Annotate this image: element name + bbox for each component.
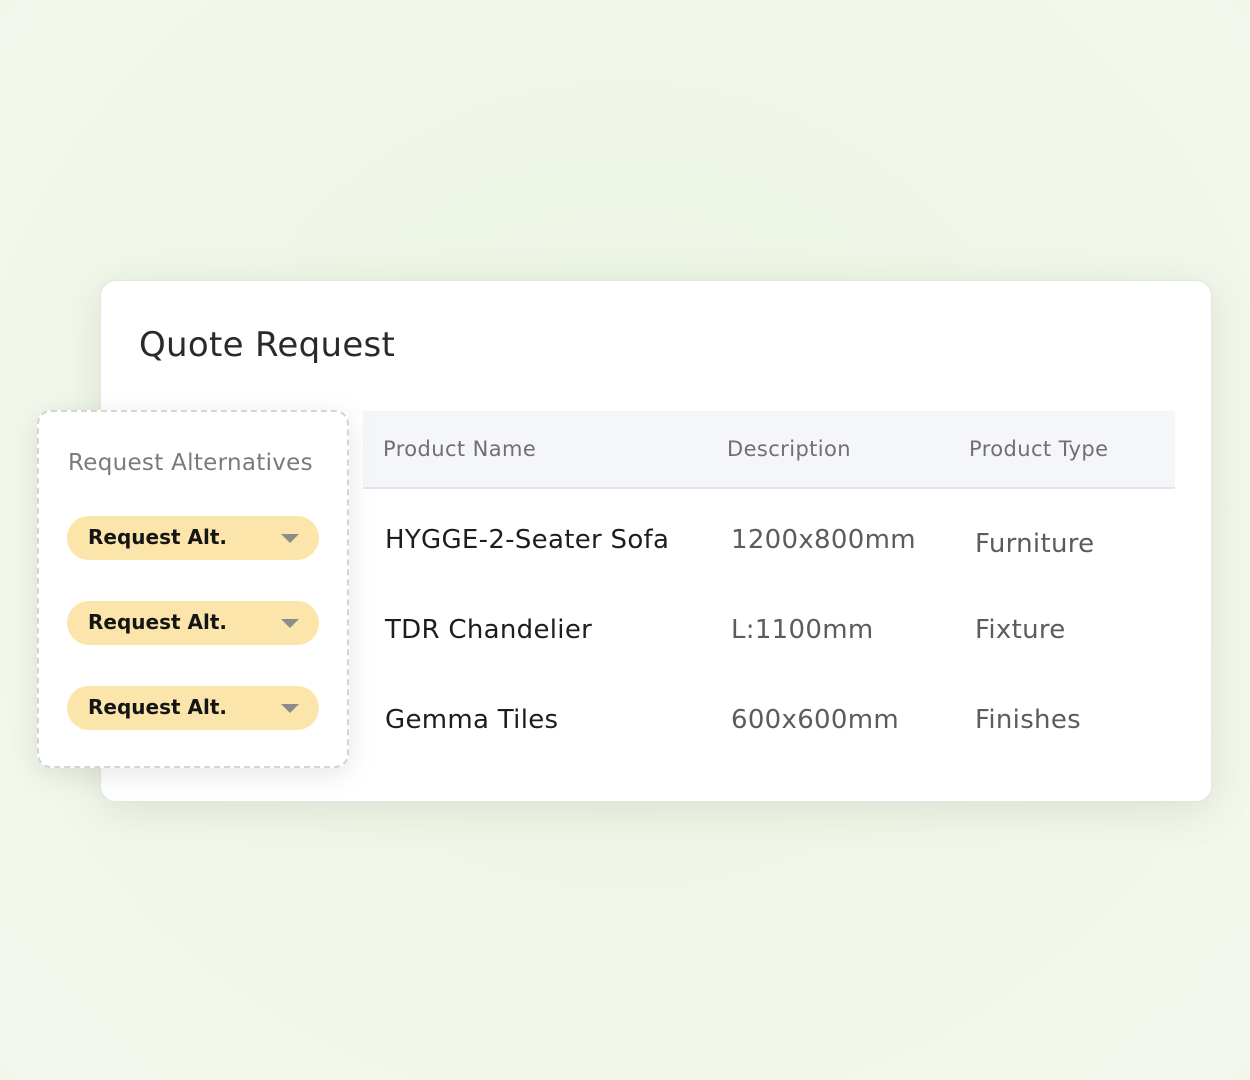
product-name-cell: HYGGE-2-Seater Sofa (385, 525, 670, 555)
product-type-cell: Finishes (975, 705, 1081, 735)
table-row: HYGGE-2-Seater Sofa 1200x800mm Furniture (363, 513, 1175, 573)
description-cell: L:1100mm (731, 615, 874, 645)
chevron-down-icon (281, 704, 299, 713)
product-type-cell: Furniture (975, 529, 1095, 559)
request-alternatives-title: Request Alternatives (68, 450, 313, 476)
request-alt-label: Request Alt. (88, 695, 228, 719)
chevron-down-icon (281, 619, 299, 628)
description-cell: 1200x800mm (731, 525, 916, 555)
column-header-description: Description (727, 437, 852, 461)
request-alt-dropdown[interactable]: Request Alt. (67, 516, 319, 560)
product-name-cell: TDR Chandelier (385, 615, 593, 645)
table-row: TDR Chandelier L:1100mm Fixture (363, 603, 1175, 663)
request-alternatives-panel: Request Alternatives Request Alt. Reques… (37, 410, 349, 768)
table-header: Product Name Description Product Type (363, 411, 1175, 489)
chevron-down-icon (281, 534, 299, 543)
request-alt-dropdown[interactable]: Request Alt. (67, 601, 319, 645)
table-row: Gemma Tiles 600x600mm Finishes (363, 693, 1175, 753)
request-alt-label: Request Alt. (88, 525, 228, 549)
product-type-cell: Fixture (975, 615, 1066, 645)
request-alt-label: Request Alt. (88, 610, 228, 634)
column-header-product-name: Product Name (383, 437, 537, 461)
page-title: Quote Request (139, 325, 396, 365)
column-header-product-type: Product Type (969, 437, 1109, 461)
product-name-cell: Gemma Tiles (385, 705, 559, 735)
request-alt-dropdown[interactable]: Request Alt. (67, 686, 319, 730)
description-cell: 600x600mm (731, 705, 899, 735)
